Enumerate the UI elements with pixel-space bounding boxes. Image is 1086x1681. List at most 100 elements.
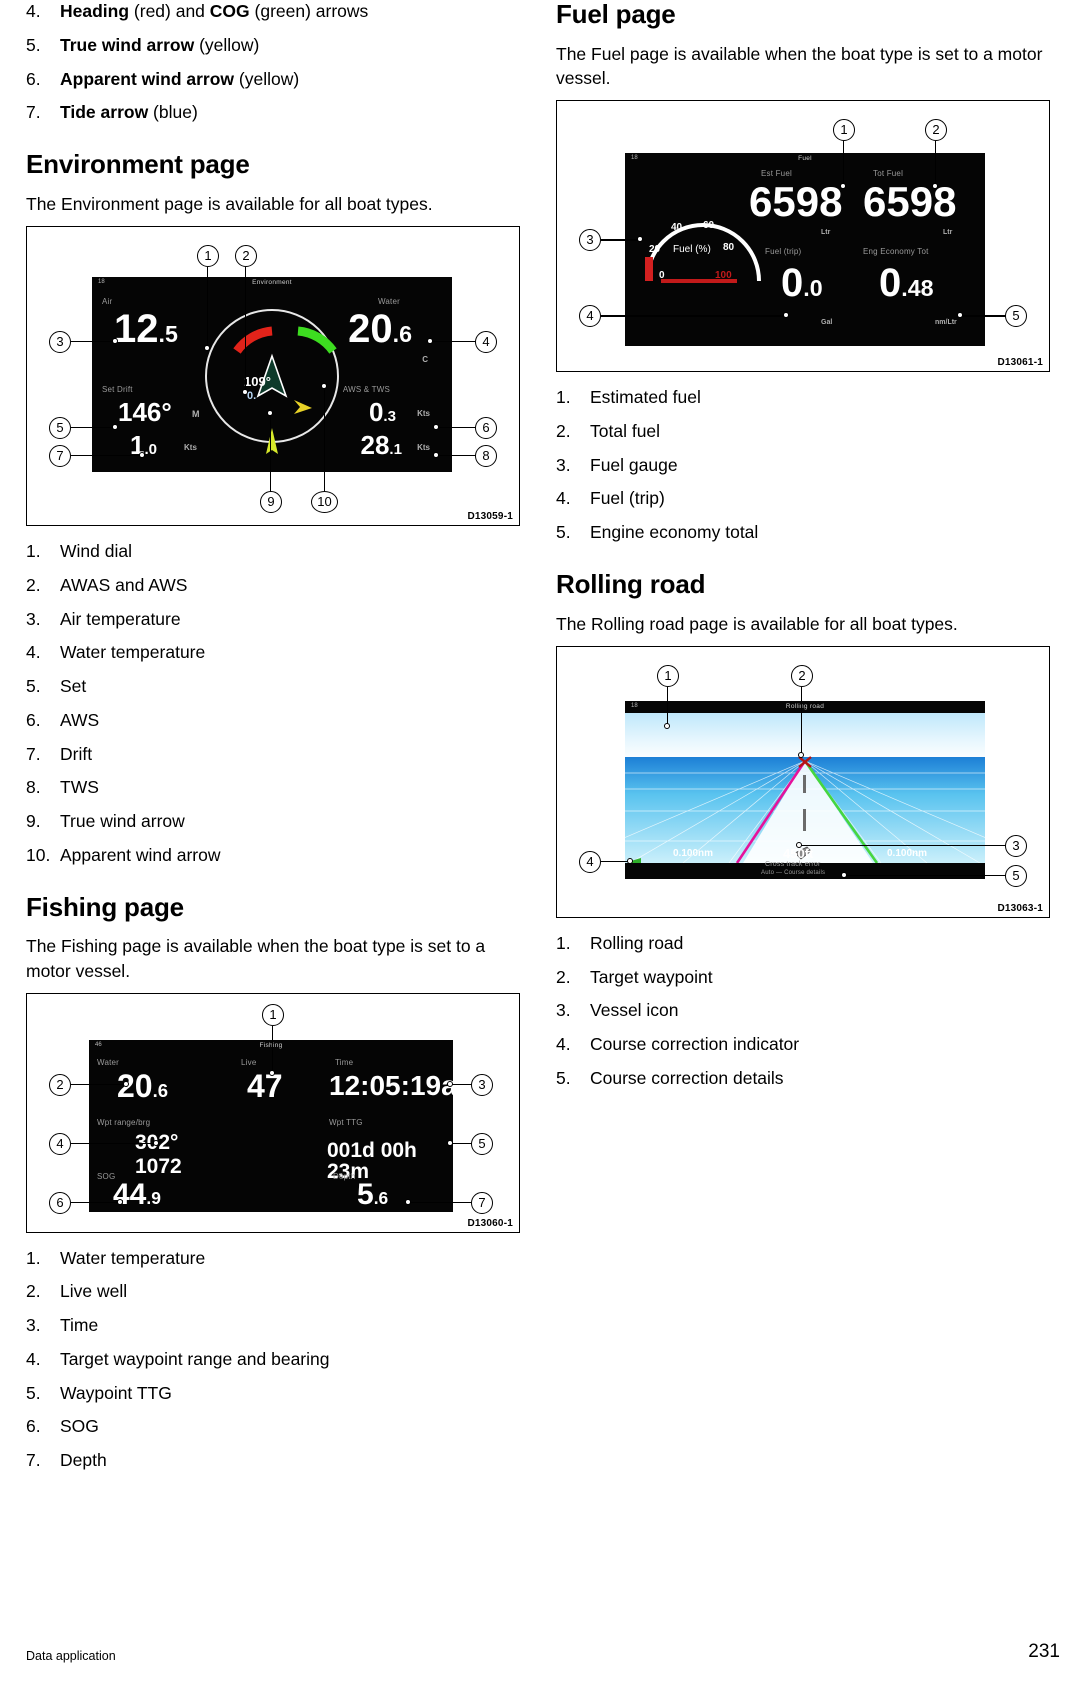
footer-section-label: Data application (26, 1649, 116, 1663)
figure-code-environment: D13059-1 (467, 511, 513, 523)
leader-7 (71, 455, 141, 457)
leader-4 (71, 1142, 155, 1145)
list-item: 3. Vessel icon (556, 999, 1050, 1022)
leader-6 (437, 427, 477, 429)
eng-econ-dec: .48 (901, 275, 934, 302)
leader-dot-1 (664, 722, 670, 729)
list-number: 10. (26, 844, 51, 865)
callout-7: 7 (471, 1191, 493, 1214)
eng-econ-value: 0.48 (879, 263, 933, 303)
list-item: 3. Air temperature (26, 608, 520, 631)
leader-dot-5 (841, 871, 847, 878)
callout-1: 1 (657, 664, 679, 687)
list-item: 1. Wind dial (26, 540, 520, 563)
depth-label: Depth (333, 1171, 356, 1181)
list-item: 4. Heading (red) and COG (green) arrows (26, 0, 520, 23)
rr-center-value: 450ft (783, 845, 814, 861)
list-item: 9. True wind arrow (26, 810, 520, 833)
screen-title: Rolling road (785, 702, 825, 710)
list-item: 2. AWAS and AWS (26, 574, 520, 597)
fishing-sog-value: 44.9 (113, 1179, 161, 1210)
leader-5 (451, 1142, 473, 1145)
list-text: Air temperature (60, 608, 181, 629)
list-item: 4. Target waypoint range and bearing (26, 1348, 520, 1371)
leader-5 (961, 315, 1007, 317)
rr-right-value: 0.100nm (887, 847, 928, 859)
list-text: AWS (60, 709, 100, 730)
list-item: 3. Fuel gauge (556, 454, 1050, 477)
list-text: Water temperature (60, 642, 206, 663)
leader-4 (601, 315, 785, 317)
callout-6: 6 (49, 1191, 71, 1214)
gauge-tick-20: 20 (649, 244, 661, 256)
leader-dot-4 (627, 857, 633, 864)
list-item: 4. Fuel (trip) (556, 487, 1050, 510)
rolling-road-intro: The Rolling road page is available for a… (556, 613, 958, 634)
callout-1: 1 (833, 119, 855, 142)
environment-intro: The Environment page is available for al… (26, 193, 433, 214)
leader-dot-4 (427, 338, 433, 345)
water-value-int: 20 (348, 307, 393, 352)
list-number: 1. (556, 387, 571, 408)
figure-fishing: 46 Fishing Water Live Time 20.6 47 12:05… (26, 992, 520, 1233)
dial-sub-value: 0. (247, 390, 257, 403)
leader-1 (272, 1025, 274, 1072)
rr-course-label: Cross track error (765, 860, 821, 868)
fuel-trip-dec: .0 (803, 275, 823, 302)
list-number: 1. (556, 932, 571, 953)
leader-dot-6 (117, 1198, 123, 1205)
fishing-wpt-range: 1072 (135, 1154, 182, 1178)
leader-2 (71, 1083, 125, 1086)
list-number: 5. (26, 676, 41, 697)
water-temp-label: Water (97, 1057, 120, 1067)
gauge-title: Fuel (%) (673, 244, 711, 256)
callout-9: 9 (260, 491, 282, 514)
callout-1: 1 (262, 1003, 284, 1026)
rolling-road-scene (625, 712, 985, 863)
leader-6 (71, 1201, 119, 1204)
list-tail: (green) arrows (249, 1, 369, 21)
leader-10 (324, 387, 326, 494)
list-item: 5. True wind arrow (yellow) (26, 34, 520, 57)
rolling-road-legend-list: 1. Rolling road 2. Target waypoint 3. Vesse… (556, 932, 1050, 1090)
list-number: 7. (26, 743, 41, 764)
leader-dot-7 (405, 1198, 411, 1205)
callout-8: 8 (475, 445, 497, 468)
page-footer: Data application 231 (0, 1641, 1086, 1663)
water-value-dec: .6 (392, 321, 412, 348)
fishing-time-value: 12:05:19am (329, 1069, 453, 1101)
callout-3: 3 (471, 1073, 493, 1096)
list-number: 5. (556, 1067, 571, 1088)
callout-1: 1 (197, 245, 219, 268)
list-number: 5. (26, 1382, 41, 1403)
list-item: 10. Apparent wind arrow (26, 844, 520, 867)
gauge-tick-100: 100 (715, 270, 732, 282)
leader-5 (845, 874, 1007, 877)
left-column: 4. Heading (red) and COG (green) arrows … (26, 0, 520, 1483)
list-bold-term: Apparent wind arrow (60, 68, 235, 89)
screen-title: Fishing (259, 1041, 283, 1049)
air-value-int: 12 (114, 307, 159, 352)
figure-environment: 18 Environment Air 12.5 Water 20.6 C Set… (26, 226, 520, 527)
leader-dot-5 (447, 1139, 453, 1146)
list-text: Apparent wind arrow (60, 844, 221, 865)
time-label: Time (335, 1057, 354, 1067)
list-text: Heading (red) and COG (green) arrows (60, 0, 520, 23)
gauge-tick-0: 0 (659, 270, 665, 282)
list-number: 6. (26, 68, 41, 89)
list-text: Fuel (trip) (590, 488, 665, 509)
leader-dot-8 (433, 452, 439, 459)
fuel-trip-unit: Gal (821, 319, 833, 327)
leader-dot-3 (796, 841, 802, 848)
list-number: 1. (26, 1247, 41, 1268)
tws-value-dec: .1 (389, 441, 402, 459)
wind-dial-arcs (233, 326, 337, 455)
two-column-layout: 4. Heading (red) and COG (green) arrows … (26, 0, 1060, 1483)
list-number: 3. (556, 1000, 571, 1021)
list-bold-term-2: COG (209, 1, 250, 21)
water-value: 20.6 (348, 309, 412, 349)
list-text: Fuel gauge (590, 454, 678, 475)
air-value: 12.5 (114, 309, 178, 349)
fishing-depth-value: 5.6 (357, 1179, 388, 1210)
list-mid: (blue) (148, 102, 198, 123)
